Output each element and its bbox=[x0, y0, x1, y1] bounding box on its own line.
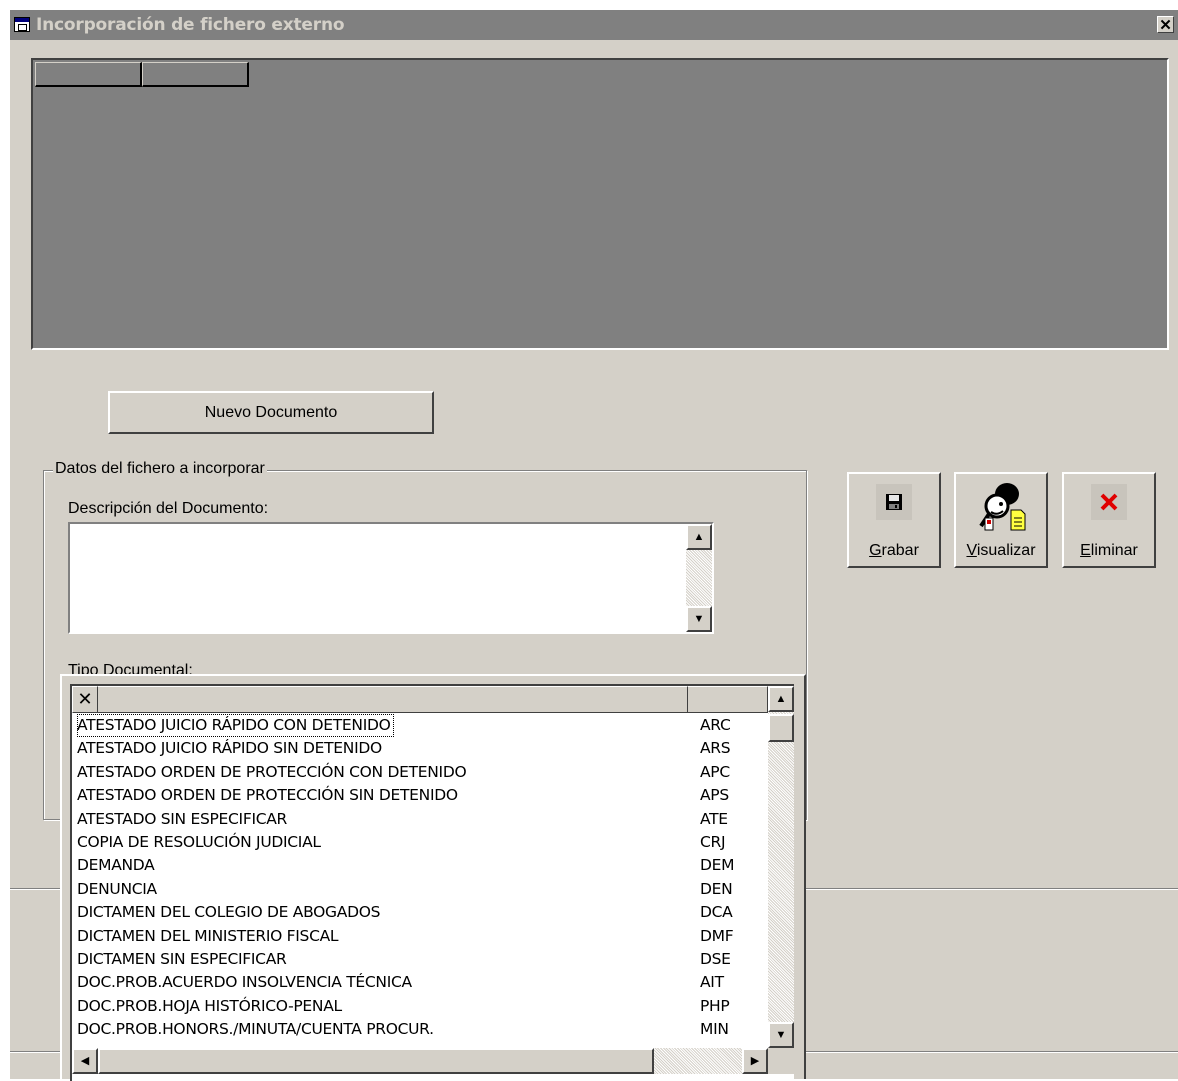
list-item[interactable]: DEMANDA DEM bbox=[72, 854, 768, 877]
list-item-description: DICTAMEN DEL COLEGIO DE ABOGADOS bbox=[77, 903, 381, 922]
list-item-code: PHP bbox=[700, 996, 730, 1015]
magnifier-person-icon bbox=[971, 480, 1031, 534]
title-bar: Incorporación de fichero externo ✕ bbox=[10, 10, 1178, 40]
eliminar-access-key: E bbox=[1080, 542, 1091, 559]
list-item-description: DOC.PROB.HONORS./MINUTA/CUENTA PROCUR. bbox=[77, 1020, 434, 1039]
list-item-code: APC bbox=[700, 762, 730, 781]
grid-column-header-2[interactable] bbox=[142, 62, 249, 87]
grabar-label: rabar bbox=[881, 542, 919, 559]
list-item[interactable]: DOC.PROB.HONORS./MINUTA/CUENTA PROCUR. MI… bbox=[72, 1018, 768, 1041]
list-item-code: AIT bbox=[700, 973, 724, 992]
scroll-down-button[interactable]: ▼ bbox=[686, 606, 712, 632]
close-button[interactable]: ✕ bbox=[1157, 16, 1174, 34]
list-item-description: ATESTADO JUICIO RÁPIDO CON DETENIDO bbox=[77, 714, 394, 737]
red-x-icon bbox=[1091, 484, 1127, 520]
visualizar-button[interactable]: Visualizar bbox=[954, 472, 1048, 568]
dropdown-column-description[interactable] bbox=[98, 686, 688, 713]
list-item-code: APS bbox=[700, 786, 729, 805]
group-legend: Datos del fichero a incorporar bbox=[53, 460, 267, 478]
list-item-code: DSE bbox=[700, 950, 731, 968]
dropdown-horizontal-scrollbar[interactable]: ◀ ▶ bbox=[72, 1048, 768, 1074]
list-item-description: ATESTADO ORDEN DE PROTECCIÓN CON DETENID… bbox=[77, 762, 467, 781]
list-item[interactable]: DOC.PROB.HOJA HISTÓRICO-PENAL PHP bbox=[72, 995, 768, 1018]
list-item[interactable]: ATESTADO JUICIO RÁPIDO SIN DETENIDO ARS bbox=[72, 737, 768, 760]
resize-grip[interactable] bbox=[768, 1048, 794, 1074]
dropdown-list[interactable]: ATESTADO JUICIO RÁPIDO CON DETENIDO ARC AT… bbox=[72, 713, 768, 1047]
floppy-disk-icon bbox=[876, 484, 912, 520]
window-icon bbox=[14, 17, 30, 32]
dropdown-scroll-left-button[interactable]: ◀ bbox=[72, 1048, 98, 1074]
grid-column-header-1[interactable] bbox=[35, 62, 142, 87]
list-item-code: DMF bbox=[700, 926, 734, 945]
list-item[interactable]: COPIA DE RESOLUCIÓN JUDICIAL CRJ bbox=[72, 831, 768, 854]
list-item-code: DEN bbox=[700, 879, 733, 898]
descripcion-input[interactable]: ▲ ▼ bbox=[68, 522, 714, 634]
list-item-description: DEMANDA bbox=[77, 856, 155, 875]
dropdown-list-container: ✕ ATESTADO JUICIO RÁPIDO CON DETENIDO ARC… bbox=[70, 684, 794, 1081]
dropdown-scroll-right-button[interactable]: ▶ bbox=[742, 1048, 768, 1074]
scroll-up-button[interactable]: ▲ bbox=[686, 524, 712, 550]
list-item-code: MIN bbox=[700, 1020, 729, 1039]
eliminar-label: liminar bbox=[1090, 542, 1138, 559]
documents-grid[interactable] bbox=[31, 58, 1169, 350]
list-item[interactable]: ATESTADO ORDEN DE PROTECCIÓN CON DETENID… bbox=[72, 761, 768, 784]
list-item-code: CRJ bbox=[700, 833, 726, 851]
visualizar-access-key: V bbox=[966, 542, 977, 559]
eliminar-button[interactable]: Eliminar bbox=[1062, 472, 1156, 568]
list-item-code: DCA bbox=[700, 903, 733, 922]
dropdown-hscroll-thumb[interactable] bbox=[98, 1048, 654, 1074]
window-title: Incorporación de fichero externo bbox=[36, 15, 345, 35]
list-item[interactable]: ATESTADO ORDEN DE PROTECCIÓN SIN DETENID… bbox=[72, 784, 768, 807]
list-item-description: ATESTADO JUICIO RÁPIDO SIN DETENIDO bbox=[77, 739, 382, 758]
nuevo-documento-button[interactable]: Nuevo Documento bbox=[108, 391, 434, 434]
dropdown-scroll-up-button[interactable]: ▲ bbox=[768, 686, 794, 712]
dropdown-scroll-down-button[interactable]: ▼ bbox=[768, 1022, 794, 1048]
list-item[interactable]: ATESTADO JUICIO RÁPIDO CON DETENIDO ARC bbox=[72, 714, 768, 737]
list-item[interactable]: DOC.PROB.ACUERDO INSOLVENCIA TÉCNICA AIT bbox=[72, 971, 768, 994]
dropdown-scroll-thumb[interactable] bbox=[768, 714, 794, 742]
descripcion-label: Descripción del Documento: bbox=[68, 500, 269, 517]
list-item-code: ARC bbox=[700, 716, 731, 734]
visualizar-label: isualizar bbox=[976, 542, 1036, 559]
list-item[interactable]: ATESTADO SIN ESPECIFICAR ATE bbox=[72, 808, 768, 831]
list-item[interactable]: DENUNCIA DEN bbox=[72, 878, 768, 901]
list-item-description: ATESTADO SIN ESPECIFICAR bbox=[77, 809, 288, 828]
list-item[interactable]: DICTAMEN SIN ESPECIFICAR DSE bbox=[72, 948, 768, 971]
dropdown-header: ✕ bbox=[72, 686, 768, 713]
descripcion-scrollbar[interactable]: ▲ ▼ bbox=[686, 524, 712, 632]
list-item-description: DOC.PROB.ACUERDO INSOLVENCIA TÉCNICA bbox=[77, 973, 412, 992]
list-item[interactable]: DICTAMEN DEL MINISTERIO FISCAL DMF bbox=[72, 925, 768, 948]
list-item-description: DICTAMEN SIN ESPECIFICAR bbox=[77, 950, 287, 968]
list-item-description: ATESTADO ORDEN DE PROTECCIÓN SIN DETENID… bbox=[77, 786, 458, 805]
list-item-description: COPIA DE RESOLUCIÓN JUDICIAL bbox=[77, 833, 321, 851]
tipo-documental-dropdown[interactable]: ✕ ATESTADO JUICIO RÁPIDO CON DETENIDO ARC… bbox=[60, 674, 806, 1081]
dropdown-vertical-scrollbar[interactable]: ▲ ▼ bbox=[768, 686, 794, 1048]
list-item-code: ATE bbox=[700, 809, 728, 828]
list-item-description: DOC.PROB.HOJA HISTÓRICO-PENAL bbox=[77, 996, 342, 1015]
list-item-code: DEM bbox=[700, 856, 735, 875]
dropdown-column-code[interactable] bbox=[688, 686, 768, 713]
dropdown-close-button[interactable]: ✕ bbox=[72, 686, 98, 713]
grabar-access-key: G bbox=[869, 542, 882, 559]
list-item[interactable]: DICTAMEN DEL COLEGIO DE ABOGADOS DCA bbox=[72, 901, 768, 924]
list-item-description: DICTAMEN DEL MINISTERIO FISCAL bbox=[77, 926, 339, 945]
list-item-description: DENUNCIA bbox=[77, 879, 157, 898]
list-item-code: ARS bbox=[700, 739, 731, 758]
grabar-button[interactable]: Grabar bbox=[847, 472, 941, 568]
